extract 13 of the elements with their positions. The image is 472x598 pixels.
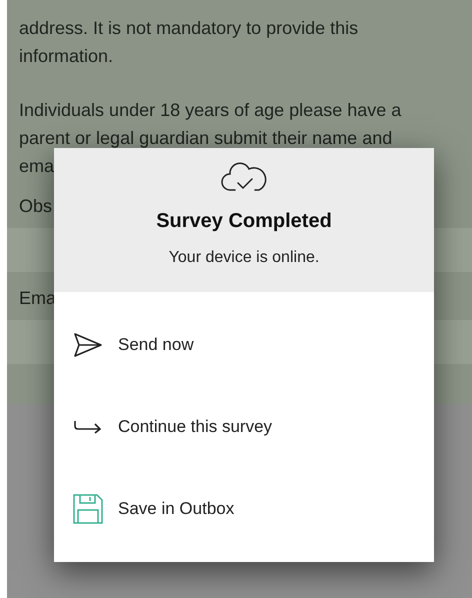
arrow-icon — [74, 420, 102, 434]
send-icon — [73, 332, 103, 358]
dialog-message: Your device is online. — [168, 248, 320, 268]
field-label: Obs — [18, 195, 54, 218]
body-text-line: information. — [19, 45, 114, 68]
body-text-line: parent or legal guardian submit their name and — [19, 127, 392, 150]
body-text-line: ema — [19, 155, 54, 178]
menu-item[interactable]: Save in Outbox — [54, 468, 434, 550]
cloud-check-icon — [221, 162, 267, 192]
dialog-title: Survey Completed — [156, 209, 332, 234]
body-text-line: Individuals under 18 years of age please have a — [19, 99, 402, 122]
menu-item[interactable]: Continue this survey — [54, 386, 434, 468]
body-text-line: address. It is not mandatory to provide this — [19, 17, 358, 40]
